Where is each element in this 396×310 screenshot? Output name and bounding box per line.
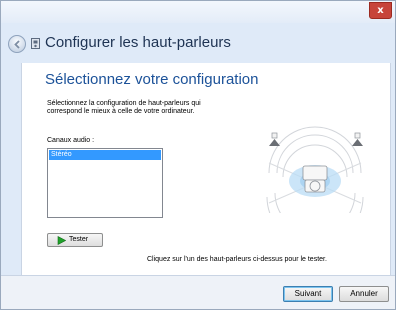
audio-channels-label: Canaux audio : [47, 137, 95, 144]
instruction-text: Sélectionnez la configuration de haut-pa… [47, 100, 201, 115]
play-icon [57, 236, 66, 245]
back-button[interactable] [8, 35, 26, 53]
next-button[interactable]: Suivant [283, 286, 333, 302]
audio-channels-list[interactable]: Stéréo [47, 148, 163, 218]
hint-text: Cliquez sur l'un des haut-parleurs ci-de… [147, 256, 327, 263]
test-button[interactable]: Tester [47, 233, 103, 247]
speaker-setup-window: x Configurer les haut-parleurs Sélection… [0, 0, 396, 310]
left-speaker-icon[interactable] [269, 132, 280, 146]
main-panel: Sélectionnez votre configuration Sélecti… [21, 63, 391, 275]
speaker-config-icon [31, 38, 40, 49]
cancel-button[interactable]: Annuler [339, 286, 389, 302]
right-speaker-icon[interactable] [352, 132, 363, 146]
window-title: Configurer les haut-parleurs [45, 34, 231, 51]
close-button[interactable]: x [369, 2, 392, 19]
test-button-label: Tester [69, 236, 89, 243]
footer-bar: Suivant Annuler [1, 275, 395, 309]
listener-icon [302, 165, 328, 193]
title-bar[interactable]: x [1, 1, 395, 23]
page-heading: Sélectionnez votre configuration [45, 71, 259, 88]
list-item-stereo[interactable]: Stéréo [49, 150, 161, 160]
back-arrow-icon [14, 40, 20, 49]
speaker-diagram [266, 126, 364, 213]
navigation-bar: Configurer les haut-parleurs [1, 23, 395, 63]
